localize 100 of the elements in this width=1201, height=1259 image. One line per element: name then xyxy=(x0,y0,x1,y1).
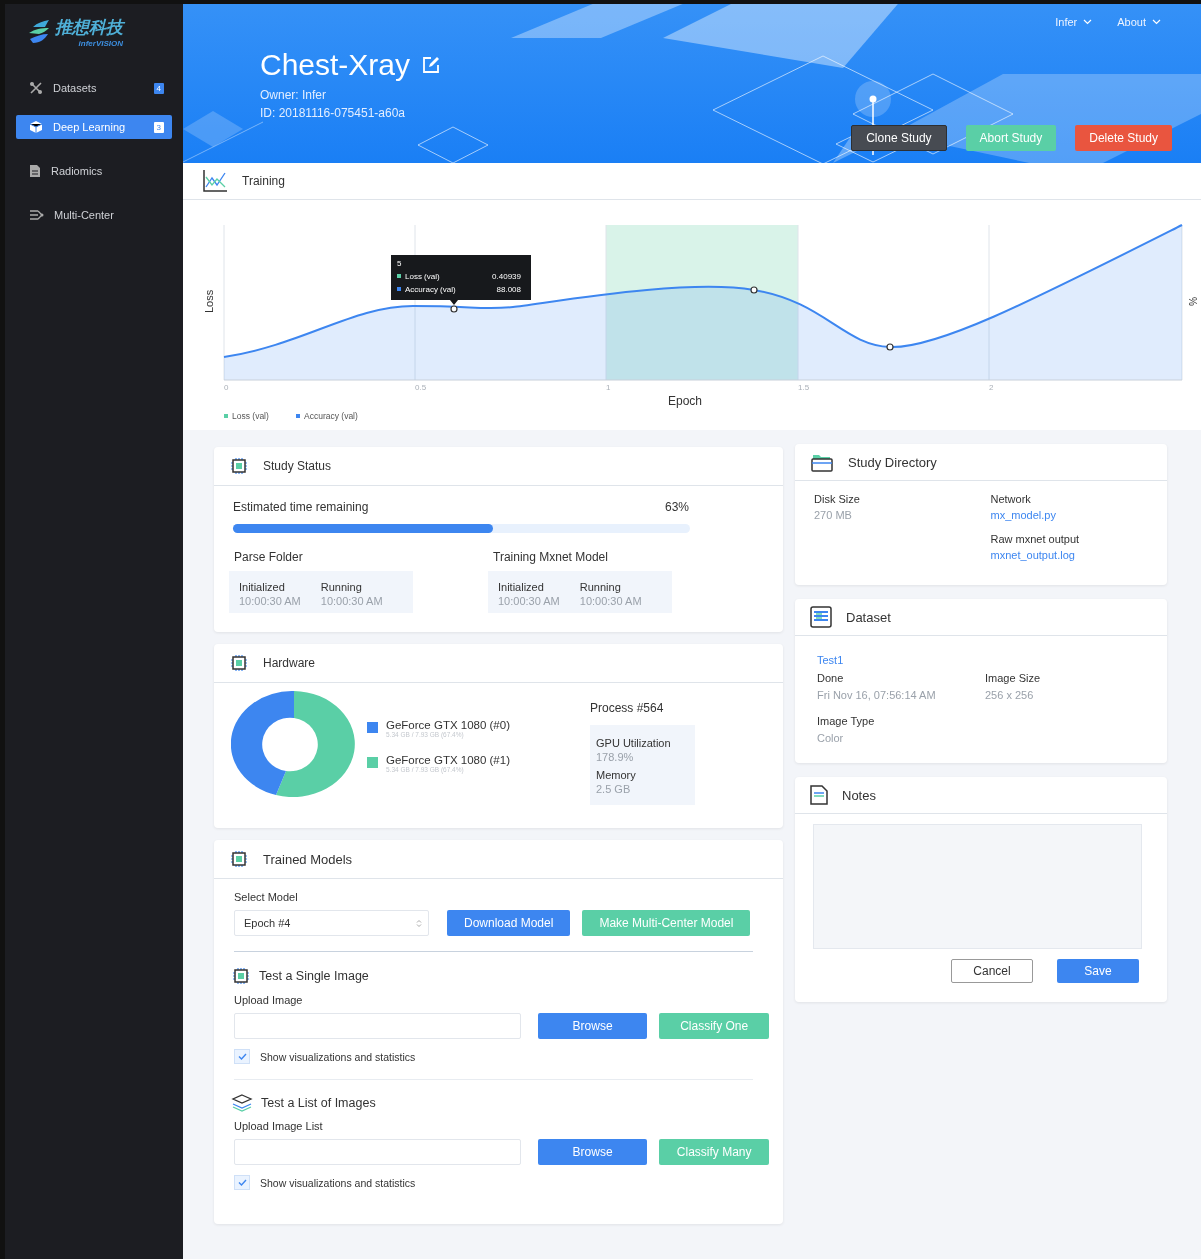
checkbox[interactable] xyxy=(234,1049,250,1064)
document-icon xyxy=(29,164,41,178)
action-button[interactable]: Clone Study xyxy=(851,125,947,151)
chip-icon xyxy=(229,653,249,673)
legend-label[interactable]: Loss (val) xyxy=(232,411,269,421)
file-link[interactable]: mxnet_output.log xyxy=(990,549,1167,561)
tooltip-label: Accuracy (val) xyxy=(405,285,456,294)
card-title: Study Status xyxy=(263,459,332,473)
notes-button[interactable]: Cancel xyxy=(951,959,1033,983)
model-button[interactable]: Download Model xyxy=(447,910,571,936)
tooltip-value: 0.40939 xyxy=(492,272,521,281)
dataset-link[interactable]: Test1 xyxy=(817,654,844,666)
document-icon xyxy=(810,785,828,805)
chip-icon xyxy=(229,456,249,476)
study-title: Chest-Xray xyxy=(260,48,411,82)
legend-label[interactable]: Accuracy (val) xyxy=(304,411,358,421)
checkbox-label: Show visualizations and statistics xyxy=(260,1176,416,1189)
tick-label: 0.5 xyxy=(415,383,427,392)
field-label: Done xyxy=(817,672,845,684)
count-badge: 4 xyxy=(153,82,164,94)
step-time: 10:00:30 AM xyxy=(320,595,383,607)
axis-title: % xyxy=(1187,297,1198,306)
sidebar-item[interactable]: Multi-Center xyxy=(16,203,172,227)
process-title: Process #564 xyxy=(590,701,665,715)
owner-text: Owner: Infer xyxy=(260,88,328,102)
database-icon xyxy=(810,606,832,628)
study-id: ID: 20181116-075451-a60a xyxy=(260,106,406,120)
chevron-down-icon[interactable] xyxy=(1083,19,1093,25)
gpu-name: GeForce GTX 1080 (#0) xyxy=(386,719,510,731)
stat-value: 178.9% xyxy=(596,751,635,763)
chip-icon xyxy=(229,849,249,869)
axis-title: Epoch xyxy=(668,394,702,408)
action-button[interactable]: Abort Study xyxy=(965,125,1057,151)
logo-text: 推想科技 xyxy=(55,17,123,39)
field-label: Upload Image xyxy=(234,994,304,1006)
field-value: 270 MB xyxy=(814,509,853,521)
layers-icon xyxy=(231,1094,253,1112)
field-label: Upload Image List xyxy=(234,1120,324,1132)
sidebar-label: Radiomics xyxy=(51,165,104,177)
card-title: Hardware xyxy=(263,656,316,670)
tools-icon xyxy=(29,81,43,95)
field-value: Color xyxy=(817,732,845,744)
chip-icon xyxy=(231,966,251,986)
card-title: Study Directory xyxy=(848,454,937,470)
tick-label: 1 xyxy=(606,383,611,392)
checkbox[interactable] xyxy=(234,1175,250,1190)
card-title: Trained Models xyxy=(263,851,353,867)
field-label: Select Model xyxy=(234,891,299,903)
action-button[interactable]: Delete Study xyxy=(1075,125,1172,151)
file-link[interactable]: mx_model.py xyxy=(990,509,1167,521)
sidebar-item[interactable]: Radiomics xyxy=(16,159,172,183)
check-icon xyxy=(237,1053,247,1060)
data-point[interactable] xyxy=(886,343,894,351)
step-label: Running xyxy=(320,581,363,593)
stat-label: GPU Utilization xyxy=(596,737,671,749)
tick-label: 2 xyxy=(989,383,994,392)
stat-value: 2.5 GB xyxy=(596,783,632,795)
step-time: 10:00:30 AM xyxy=(239,595,301,607)
file-input[interactable] xyxy=(234,1139,521,1165)
axis-title: Loss xyxy=(203,289,215,313)
section-title: Test a Single Image xyxy=(259,969,369,983)
step-label: Running xyxy=(579,581,622,593)
notes-button[interactable]: Save xyxy=(1057,959,1139,983)
field-label: Image Size xyxy=(985,672,1042,684)
checkbox-label: Show visualizations and statistics xyxy=(260,1050,416,1063)
sidebar-item[interactable]: Datasets 4 xyxy=(16,76,172,100)
stat-label: Memory xyxy=(596,769,637,781)
data-point[interactable] xyxy=(450,305,458,313)
tooltip-value: 88.008 xyxy=(496,285,521,294)
tick-label: 0 xyxy=(224,383,229,392)
sidebar-item[interactable]: Deep Learning 3 xyxy=(16,115,172,139)
chevron-down-icon[interactable] xyxy=(1152,19,1161,25)
logo-tagline: inferVISION xyxy=(78,39,123,48)
step-time: 10:00:30 AM xyxy=(498,595,560,607)
stage-title: Training Mxnet Model xyxy=(492,550,609,564)
edit-icon[interactable] xyxy=(422,56,441,74)
upload-button[interactable]: Browse xyxy=(537,1013,648,1039)
tooltip-label: Loss (val) xyxy=(405,272,440,281)
nav-menu[interactable]: About xyxy=(1117,16,1161,28)
field-value: 256 x 256 xyxy=(985,689,1035,701)
check-icon xyxy=(237,1179,247,1186)
data-point[interactable] xyxy=(750,286,758,294)
file-input[interactable] xyxy=(234,1013,521,1039)
sidebar-label: Deep Learning xyxy=(53,121,127,133)
tick-label: 1.5 xyxy=(798,383,810,392)
upload-button[interactable]: Classify One xyxy=(659,1013,769,1039)
upload-button[interactable]: Browse xyxy=(537,1139,648,1165)
cube-icon xyxy=(29,120,43,134)
upload-button[interactable]: Classify Many xyxy=(659,1139,769,1165)
model-button[interactable]: Make Multi-Center Model xyxy=(582,910,751,936)
sidebar-label: Multi-Center xyxy=(54,209,115,221)
step-time: 10:00:30 AM xyxy=(579,595,642,607)
nav-menu[interactable]: Infer xyxy=(1055,16,1093,28)
step-label: Initialized xyxy=(239,581,286,593)
line-chart-icon xyxy=(202,169,228,193)
tooltip-title: 5 xyxy=(397,259,402,268)
step-label: Initialized xyxy=(498,581,545,593)
progress-label: Estimated time remaining xyxy=(233,500,369,514)
model-select[interactable]: Epoch #4 xyxy=(234,910,429,936)
logo-icon xyxy=(27,19,51,45)
